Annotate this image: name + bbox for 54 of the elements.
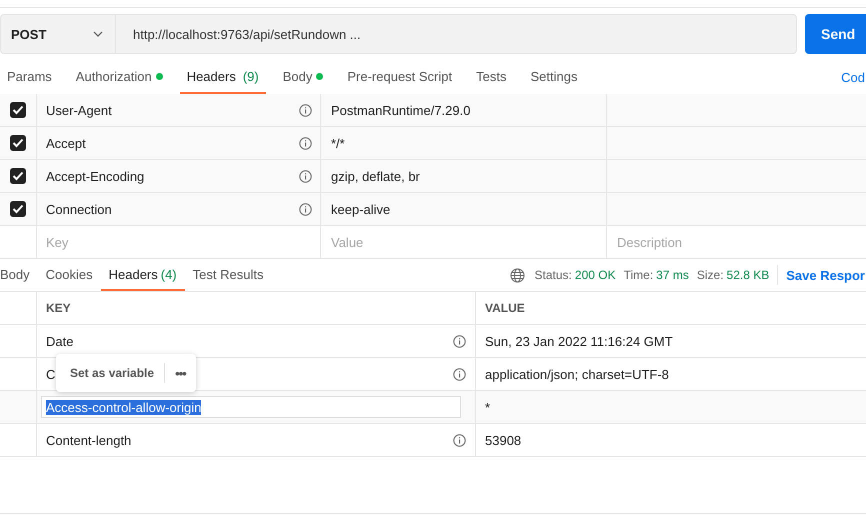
response-tab[interactable]: Test Results — [184, 259, 272, 291]
key-field[interactable]: Key — [46, 234, 166, 250]
column-header: VALUE — [485, 301, 525, 315]
header-value: keep-alive — [331, 202, 390, 216]
header-key: User-Agent — [46, 102, 112, 118]
header-value: Sun, 23 Jan 2022 11:16:24 GMT — [485, 334, 673, 348]
info-icon — [299, 136, 312, 150]
response-tab[interactable]: Cookies — [38, 259, 101, 291]
response-meta: Size: 52.8 KB — [696, 267, 770, 284]
chevron-down-icon — [93, 31, 103, 37]
method-dropdown[interactable]: POST — [0, 14, 115, 54]
request-tab[interactable]: Settings — [523, 60, 584, 94]
info-icon — [299, 170, 312, 182]
send-button[interactable]: Send — [805, 14, 866, 54]
more-button[interactable]: ••• — [175, 366, 186, 380]
header-key: Accept-Encoding — [46, 168, 144, 184]
key-input-field[interactable]: Access-control-allow-origin — [41, 396, 461, 418]
response-meta: Time: 37 ms — [624, 267, 689, 284]
info-icon — [453, 434, 466, 446]
save-response-link[interactable]: Save Respor — [786, 259, 866, 291]
header-key: Content-length — [46, 432, 132, 448]
value-field[interactable]: Value — [331, 234, 451, 250]
request-tab[interactable]: Pre-request Script — [340, 60, 460, 94]
header-value: */* — [331, 136, 345, 150]
header-key: C — [46, 366, 56, 382]
request-tab[interactable]: Authorization — [68, 60, 170, 94]
header-key: Connection — [46, 202, 112, 216]
header-key: Date — [46, 334, 74, 348]
response-tab[interactable]: Headers (4) — [100, 259, 185, 291]
info-icon — [453, 334, 466, 348]
request-tab[interactable]: Body — [276, 60, 330, 94]
info-icon — [299, 104, 312, 116]
description-field[interactable]: Description — [617, 234, 737, 250]
header-value: 53908 — [485, 432, 522, 448]
url-field[interactable]: http://localhost:9763/api/setRundown ... — [115, 14, 797, 54]
header-value: * — [485, 400, 490, 414]
checkbox[interactable] — [10, 168, 26, 184]
globe-icon — [510, 268, 525, 282]
header-value: gzip, deflate, br — [331, 168, 420, 184]
request-tab[interactable]: Params — [0, 60, 59, 94]
set-as-variable-item[interactable]: Set as variable — [70, 366, 154, 380]
header-value: PostmanRuntime/7.29.0 — [331, 102, 470, 118]
checkbox[interactable] — [10, 102, 26, 118]
response-meta: Status: 200 OK — [534, 267, 616, 284]
info-icon — [453, 368, 466, 380]
header-value: application/json; charset=UTF-8 — [485, 366, 669, 382]
request-tab[interactable]: Tests — [469, 60, 514, 94]
checkbox[interactable] — [10, 201, 26, 217]
header-key: Accept — [46, 136, 86, 150]
code-link[interactable]: Cod — [841, 60, 866, 94]
checkbox[interactable] — [10, 135, 26, 151]
info-icon — [299, 202, 312, 216]
response-tab[interactable]: Body — [0, 259, 38, 291]
column-header: KEY — [46, 301, 71, 315]
